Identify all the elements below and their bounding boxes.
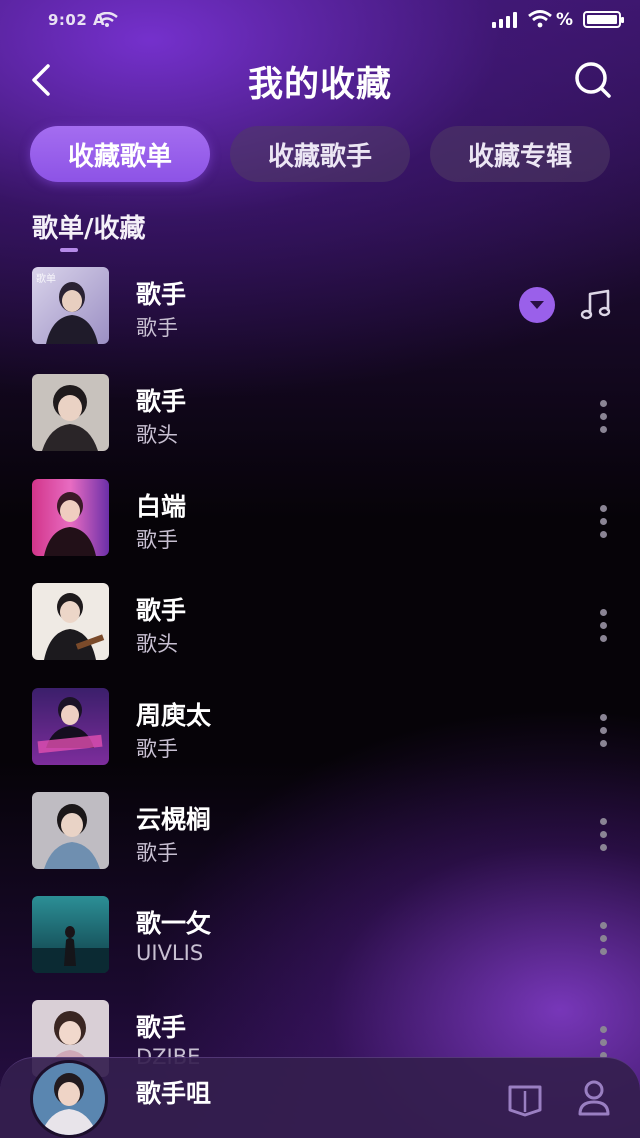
player-avatar[interactable] (30, 1060, 108, 1138)
profile-icon (578, 1080, 610, 1116)
wifi-icon (528, 10, 552, 28)
item-title: 周庾太 (136, 701, 212, 730)
playlist-icon (508, 1085, 542, 1117)
cover-image (32, 896, 109, 973)
item-subtitle: 歌头 (136, 632, 178, 656)
item-subtitle: 歌头 (136, 423, 178, 447)
item-title: 歌手 (136, 387, 187, 416)
tab-favorite-playlists[interactable]: 收藏歌单 (30, 126, 210, 182)
item-subtitle: 歌手 (136, 841, 178, 865)
item-title: 歌手 (136, 596, 187, 625)
search-icon (575, 62, 611, 98)
more-button[interactable] (594, 708, 614, 752)
section-label: 歌单/收藏 (32, 214, 146, 244)
cover-image (32, 688, 109, 765)
list-item[interactable]: 云榥榈 歌手 (0, 790, 640, 894)
item-title: 云榥榈 (136, 805, 212, 834)
tab-bar: 收藏歌单 收藏歌手 收藏专辑 (30, 126, 610, 182)
download-button[interactable] (519, 287, 555, 323)
item-title: 白端 (136, 492, 187, 521)
tab-favorite-albums[interactable]: 收藏专辑 (430, 126, 610, 182)
music-note-button[interactable] (578, 287, 614, 323)
cover-tag: 歌单 (36, 274, 56, 285)
cover-image (32, 479, 109, 556)
item-subtitle: UIVLIS (136, 941, 204, 965)
list-item[interactable]: 歌单 歌手 歌手 (0, 265, 640, 369)
app-screen: 9:02 A % 我的收藏 收藏歌单 收藏歌手 收藏专辑 歌单/收藏 歌单 歌手… (0, 0, 640, 1138)
more-button[interactable] (594, 812, 614, 856)
music-note-icon (580, 289, 611, 320)
profile-button[interactable] (576, 1078, 612, 1120)
signal-icon (492, 12, 520, 28)
status-bar: 9:02 A % (0, 0, 640, 40)
cover-image (32, 374, 109, 451)
item-subtitle: 歌手 (136, 528, 178, 552)
battery-percent: % (556, 10, 574, 30)
search-button[interactable] (570, 58, 616, 104)
more-button[interactable] (594, 394, 614, 438)
more-button[interactable] (594, 603, 614, 647)
playlist-button[interactable] (506, 1082, 544, 1118)
more-button[interactable] (594, 916, 614, 960)
wifi-icon (96, 12, 118, 27)
item-subtitle: 歌手 (136, 737, 178, 761)
item-title: 歌手 (136, 1013, 187, 1042)
battery-icon (583, 11, 624, 28)
list-item[interactable]: 周庾太 歌手 (0, 686, 640, 790)
cover-image (32, 792, 109, 869)
cover-image (32, 583, 109, 660)
mini-player[interactable]: 歌手咀 (0, 1057, 640, 1138)
item-title: 歌一攵 (136, 909, 212, 938)
list-item[interactable]: 歌一攵 UIVLIS (0, 894, 640, 998)
list-item[interactable]: 白端 歌手 (0, 477, 640, 581)
item-subtitle: 歌手 (136, 316, 178, 340)
list-item[interactable]: 歌手 歌头 (0, 581, 640, 685)
section-underline (60, 248, 78, 252)
page-title: 我的收藏 (247, 65, 392, 105)
tab-favorite-artists[interactable]: 收藏歌手 (230, 126, 410, 182)
item-title: 歌手 (136, 280, 187, 309)
cover-image: 歌单 (32, 267, 109, 344)
more-button[interactable] (594, 499, 614, 543)
player-title: 歌手咀 (136, 1079, 212, 1108)
list-item[interactable]: 歌手 歌头 (0, 372, 640, 476)
